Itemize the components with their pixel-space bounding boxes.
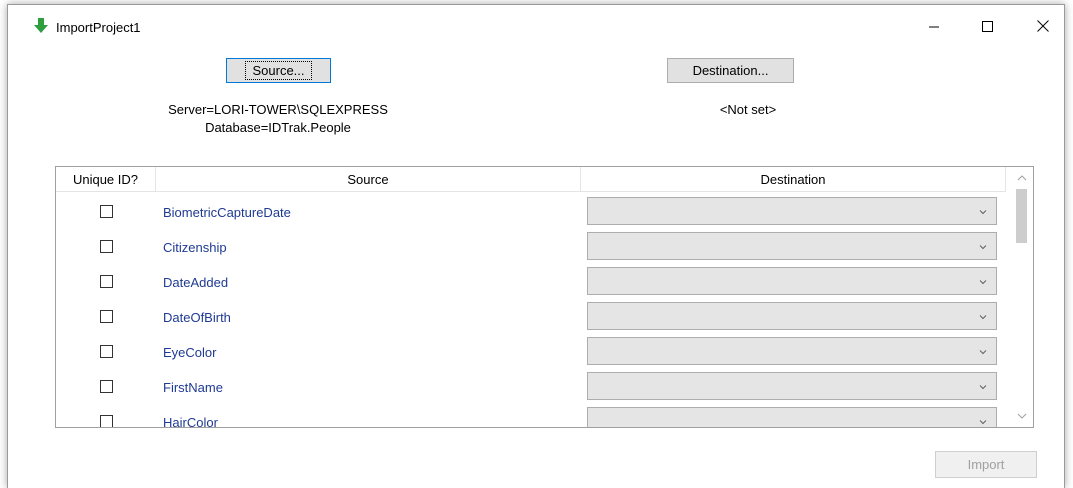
destination-dropdown[interactable]: [587, 302, 997, 330]
source-connection-info: Server=LORI-TOWER\SQLEXPRESS Database=ID…: [148, 101, 408, 137]
mapping-grid: Unique ID? Source Destination BiometricC…: [55, 166, 1034, 428]
destination-dropdown[interactable]: [587, 267, 997, 295]
unique-id-checkbox[interactable]: [100, 205, 113, 218]
unique-id-checkbox[interactable]: [100, 275, 113, 288]
minimize-button[interactable]: [911, 11, 957, 41]
chevron-down-icon: [979, 385, 987, 390]
destination-button-label: Destination...: [692, 63, 769, 78]
destination-dropdown[interactable]: [587, 232, 997, 260]
scroll-up-arrow-icon[interactable]: [1016, 172, 1028, 184]
scroll-down-arrow-icon[interactable]: [1016, 410, 1028, 422]
source-field-name: HairColor: [163, 415, 218, 428]
chevron-down-icon: [979, 280, 987, 285]
destination-not-set-text: <Not set>: [719, 102, 777, 117]
source-field-name: BiometricCaptureDate: [163, 205, 291, 220]
source-button[interactable]: Source...: [226, 58, 331, 83]
destination-dropdown[interactable]: [587, 197, 997, 225]
scrollbar-thumb[interactable]: [1016, 189, 1027, 243]
source-server-text: Server=LORI-TOWER\SQLEXPRESS: [168, 102, 388, 117]
source-field-name: DateOfBirth: [163, 310, 231, 325]
destination-dropdown[interactable]: [587, 337, 997, 365]
import-project-window: ImportProject1 Source... Destination... …: [7, 4, 1065, 488]
green-down-arrow-icon: [34, 18, 48, 33]
table-row: DateOfBirth: [56, 300, 1006, 335]
unique-id-checkbox[interactable]: [100, 380, 113, 393]
window-title: ImportProject1: [56, 20, 141, 35]
chevron-down-icon: [979, 315, 987, 320]
unique-id-checkbox[interactable]: [100, 415, 113, 427]
source-field-name: FirstName: [163, 380, 223, 395]
chevron-down-icon: [979, 420, 987, 425]
minimize-icon: [928, 26, 939, 27]
import-button[interactable]: Import: [935, 451, 1037, 478]
destination-connection-info: <Not set>: [668, 101, 828, 119]
table-row: EyeColor: [56, 335, 1006, 370]
table-row: Citizenship: [56, 230, 1006, 265]
destination-button[interactable]: Destination...: [667, 58, 794, 83]
destination-dropdown[interactable]: [587, 407, 997, 427]
unique-id-checkbox[interactable]: [100, 345, 113, 358]
chevron-down-icon: [979, 245, 987, 250]
unique-id-checkbox[interactable]: [100, 310, 113, 323]
source-database-text: Database=IDTrak.People: [205, 120, 351, 135]
table-row: DateAdded: [56, 265, 1006, 300]
header-unique-id[interactable]: Unique ID?: [56, 167, 156, 191]
source-field-name: EyeColor: [163, 345, 217, 360]
maximize-icon: [981, 20, 993, 32]
source-button-label: Source...: [245, 61, 312, 80]
table-row: BiometricCaptureDate: [56, 195, 1006, 230]
maximize-button[interactable]: [964, 11, 1010, 41]
close-icon: [1037, 20, 1049, 32]
unique-id-checkbox[interactable]: [100, 240, 113, 253]
header-source[interactable]: Source: [156, 167, 581, 191]
grid-header: Unique ID? Source Destination: [56, 167, 1006, 192]
chevron-down-icon: [979, 350, 987, 355]
import-button-label: Import: [967, 457, 1005, 472]
table-row: FirstName: [56, 370, 1006, 405]
source-field-name: DateAdded: [163, 275, 229, 290]
destination-dropdown[interactable]: [587, 372, 997, 400]
header-destination[interactable]: Destination: [581, 167, 1006, 191]
chevron-down-icon: [979, 210, 987, 215]
vertical-scrollbar[interactable]: [1011, 167, 1033, 427]
source-field-name: Citizenship: [163, 240, 227, 255]
close-button[interactable]: [1020, 11, 1064, 41]
title-bar: ImportProject1: [8, 5, 1064, 45]
table-row: HairColor: [56, 405, 1006, 428]
